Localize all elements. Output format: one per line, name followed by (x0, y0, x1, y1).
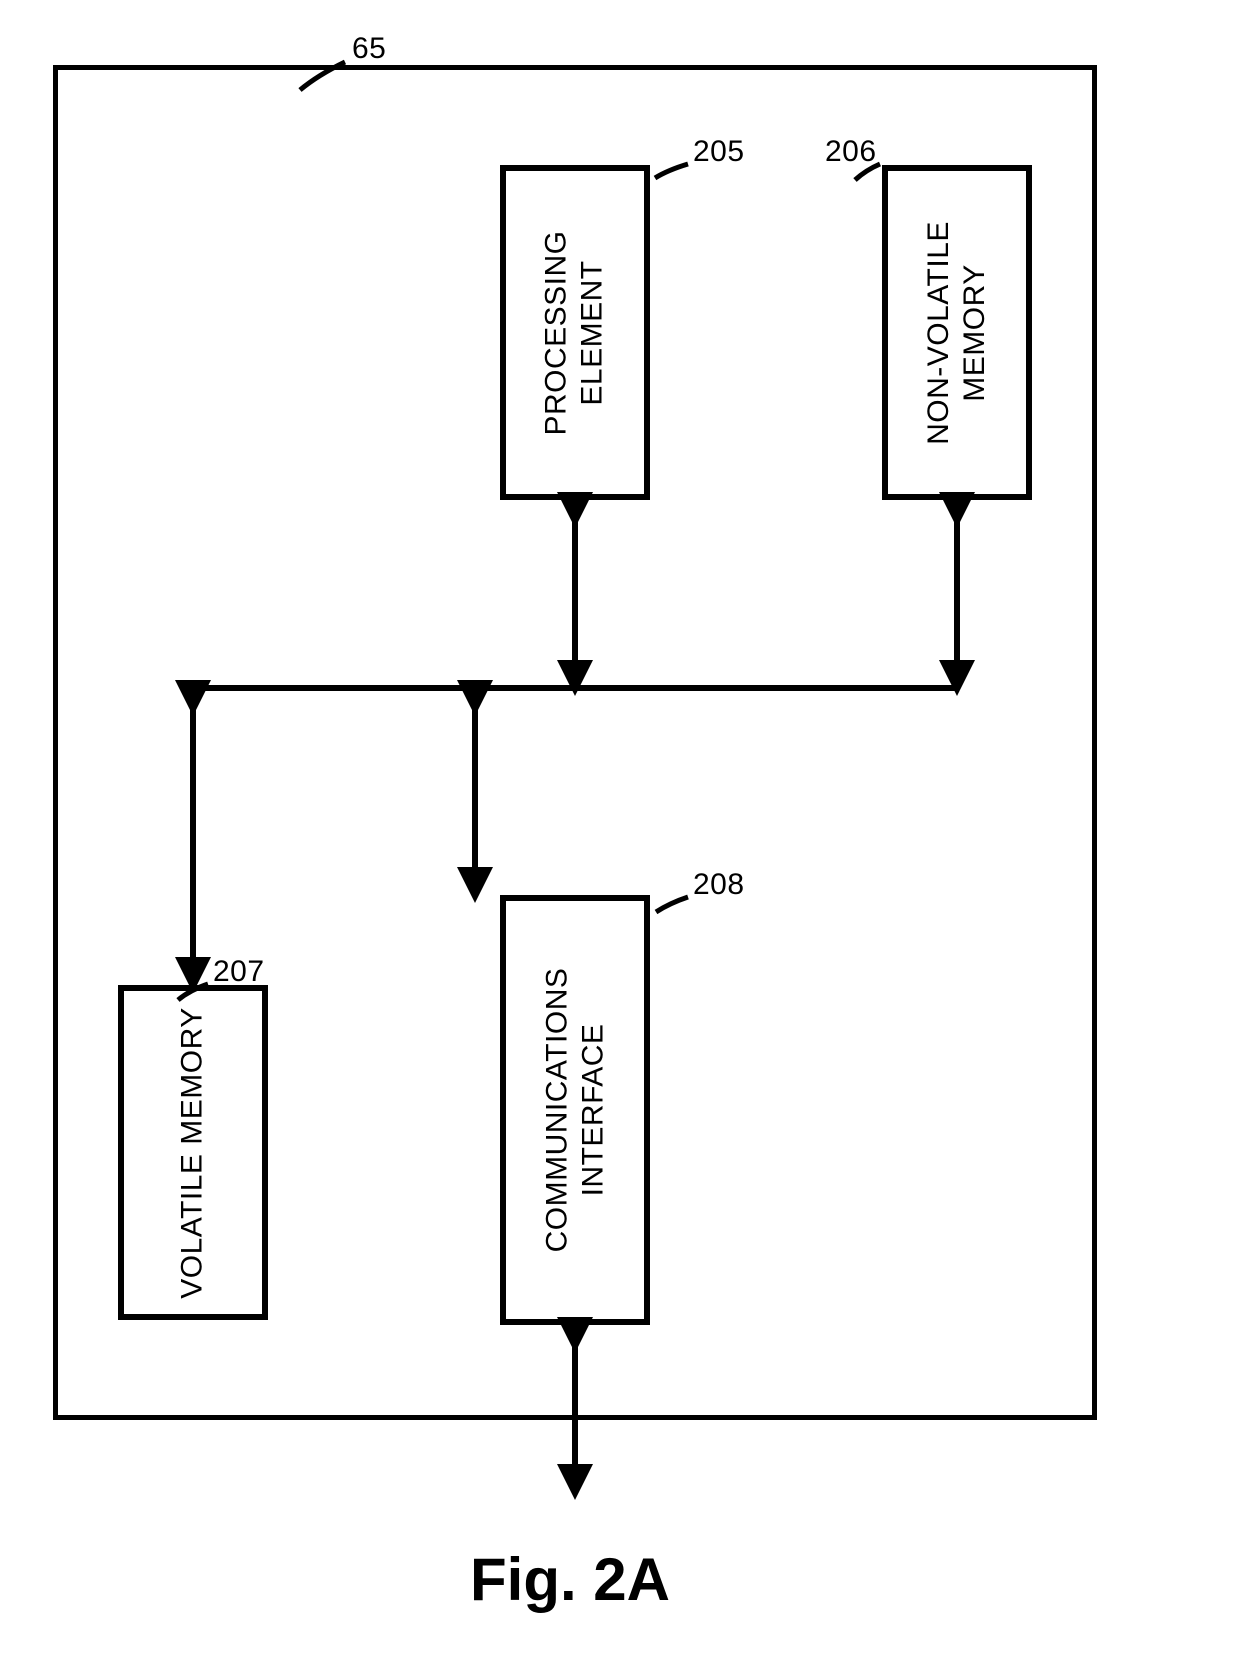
volatile-memory-ref: 207 (213, 955, 265, 989)
communications-interface-block: COMMUNICATIONS INTERFACE (500, 895, 650, 1325)
communications-interface-label: COMMUNICATIONS INTERFACE (539, 968, 611, 1253)
processing-element-ref: 205 (693, 135, 745, 169)
volatile-memory-block: VOLATILE MEMORY (118, 985, 268, 1320)
processing-element-block: PROCESSING ELEMENT (500, 165, 650, 500)
processing-element-label: PROCESSING ELEMENT (539, 230, 611, 435)
volatile-memory-label: VOLATILE MEMORY (175, 1007, 211, 1298)
diagram-canvas: 65 PROCESSING ELEMENT 205 NON-VOLATILE M… (0, 0, 1240, 1678)
nonvolatile-memory-ref: 206 (825, 135, 877, 169)
container-ref: 65 (352, 32, 386, 66)
communications-interface-ref: 208 (693, 868, 745, 902)
figure-label: Fig. 2A (470, 1545, 670, 1614)
nonvolatile-memory-block: NON-VOLATILE MEMORY (882, 165, 1032, 500)
nonvolatile-memory-label: NON-VOLATILE MEMORY (921, 221, 993, 445)
